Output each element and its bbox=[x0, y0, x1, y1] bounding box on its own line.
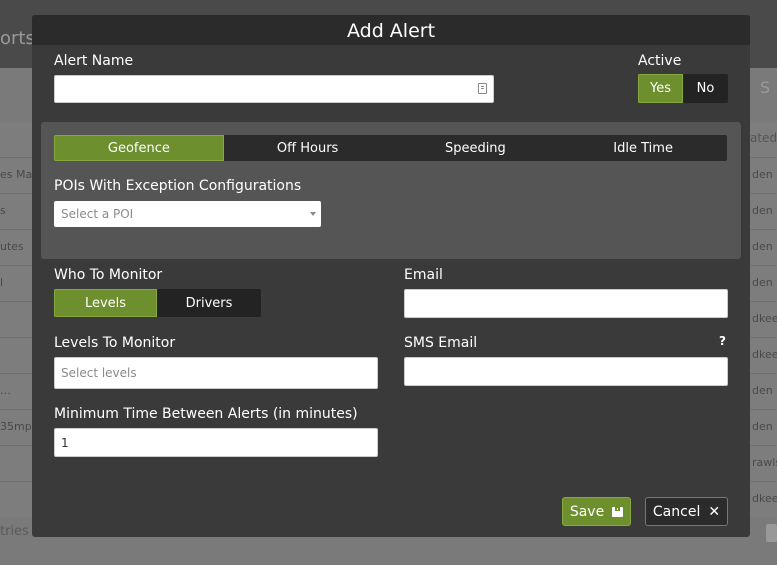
background-cell: … bbox=[0, 384, 11, 397]
monitor-levels-button[interactable]: Levels bbox=[54, 289, 157, 317]
email-label: Email bbox=[404, 267, 443, 283]
close-icon: ✕ bbox=[708, 503, 721, 520]
who-to-monitor-toggle: Levels Drivers bbox=[54, 289, 261, 317]
save-icon bbox=[612, 506, 624, 517]
tab-idle-time[interactable]: Idle Time bbox=[559, 135, 727, 161]
background-toolbar-item: S bbox=[760, 78, 771, 97]
background-page-title: orts bbox=[0, 28, 35, 49]
tab-speeding[interactable]: Speeding bbox=[392, 135, 560, 161]
alert-name-input[interactable] bbox=[54, 75, 494, 103]
add-alert-modal: Add Alert Alert Name Active Yes No Geofe… bbox=[32, 15, 750, 537]
cancel-button-label: Cancel bbox=[652, 503, 701, 520]
alert-name-label: Alert Name bbox=[54, 53, 134, 69]
background-cell: dkeen bbox=[752, 312, 777, 325]
background-cell: dkeen bbox=[752, 492, 777, 505]
active-no-button[interactable]: No bbox=[683, 74, 728, 103]
poi-placeholder: Select a POI bbox=[61, 207, 134, 221]
background-cell: utes bbox=[0, 240, 24, 253]
levels-input[interactable]: Select levels bbox=[54, 357, 378, 389]
lock-icon bbox=[478, 83, 487, 94]
poi-label: POIs With Exception Configurations bbox=[54, 178, 302, 194]
modal-header: Add Alert bbox=[32, 15, 750, 45]
active-yes-button[interactable]: Yes bbox=[638, 74, 683, 103]
background-cell: den bbox=[752, 276, 773, 289]
min-time-value: 1 bbox=[61, 435, 69, 450]
active-toggle: Yes No bbox=[638, 74, 728, 103]
help-icon[interactable]: ? bbox=[719, 334, 726, 348]
cancel-button[interactable]: Cancel ✕ bbox=[645, 497, 728, 526]
monitor-drivers-button[interactable]: Drivers bbox=[157, 289, 261, 317]
background-cell: den bbox=[752, 384, 773, 397]
background-cell: rawls bbox=[752, 456, 777, 469]
background-pagination bbox=[766, 524, 777, 542]
background-cell: den bbox=[752, 240, 773, 253]
levels-to-monitor-label: Levels To Monitor bbox=[54, 335, 176, 351]
levels-placeholder: Select levels bbox=[61, 366, 137, 380]
save-button[interactable]: Save bbox=[562, 497, 631, 526]
background-cell: s bbox=[0, 204, 6, 217]
sms-email-input[interactable] bbox=[404, 357, 728, 386]
background-footer-text: tries bbox=[0, 524, 29, 539]
email-input[interactable] bbox=[404, 289, 728, 318]
tab-off-hours[interactable]: Off Hours bbox=[224, 135, 392, 161]
alert-type-tabs: Geofence Off Hours Speeding Idle Time bbox=[54, 135, 727, 161]
active-label: Active bbox=[638, 53, 682, 69]
min-time-label: Minimum Time Between Alerts (in minutes) bbox=[54, 406, 358, 422]
tab-geofence[interactable]: Geofence bbox=[54, 135, 224, 161]
poi-select[interactable]: Select a POI bbox=[54, 201, 321, 227]
modal-title: Add Alert bbox=[346, 20, 436, 42]
background-column-header: ated bbox=[750, 131, 777, 145]
background-cell: den bbox=[752, 204, 773, 217]
who-to-monitor-label: Who To Monitor bbox=[54, 267, 163, 283]
sms-email-label: SMS Email bbox=[404, 335, 478, 351]
background-cell: den bbox=[752, 420, 773, 433]
background-cell: den bbox=[752, 168, 773, 181]
alert-type-panel: Geofence Off Hours Speeding Idle Time PO… bbox=[41, 122, 741, 259]
background-cell: l bbox=[0, 276, 4, 289]
save-button-label: Save bbox=[569, 503, 605, 520]
min-time-input[interactable]: 1 bbox=[54, 428, 378, 457]
background-cell: dkeen bbox=[752, 348, 777, 361]
caret-down-icon bbox=[310, 212, 316, 216]
